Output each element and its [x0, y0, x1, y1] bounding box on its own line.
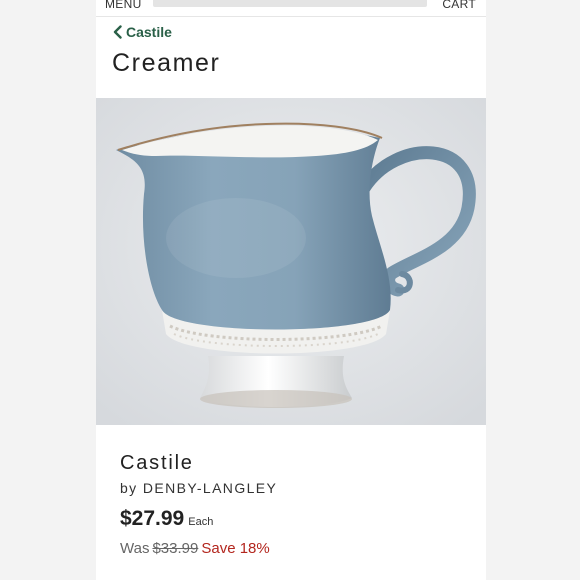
savings-text: Save 18% — [201, 540, 270, 557]
creamer-illustration — [96, 98, 486, 425]
breadcrumb-back-link[interactable]: Castile — [113, 24, 172, 40]
chevron-left-icon — [113, 25, 122, 39]
cart-button[interactable]: CART — [442, 0, 476, 11]
product-maker: by DENBY-LANGLEY — [120, 480, 278, 496]
product-image[interactable] — [96, 98, 486, 425]
page-title: Creamer — [112, 49, 221, 77]
product-pattern-name[interactable]: Castile — [120, 452, 194, 475]
product-panel: MENU CART Castile Creamer Castile by DEN… — [96, 0, 486, 580]
price-row: $27.99 Each — [120, 507, 213, 531]
price: $27.99 — [120, 507, 185, 530]
original-price: $33.99 — [152, 540, 199, 557]
was-price-row: Was $33.99 Save 18% — [120, 540, 270, 557]
was-label: Was — [120, 540, 150, 557]
breadcrumb-label: Castile — [126, 24, 172, 40]
header-divider — [96, 16, 486, 17]
price-unit: Each — [188, 516, 214, 528]
menu-button[interactable]: MENU — [105, 0, 142, 11]
top-navigation-bar: MENU CART — [96, 0, 486, 14]
search-bar[interactable] — [153, 0, 427, 7]
